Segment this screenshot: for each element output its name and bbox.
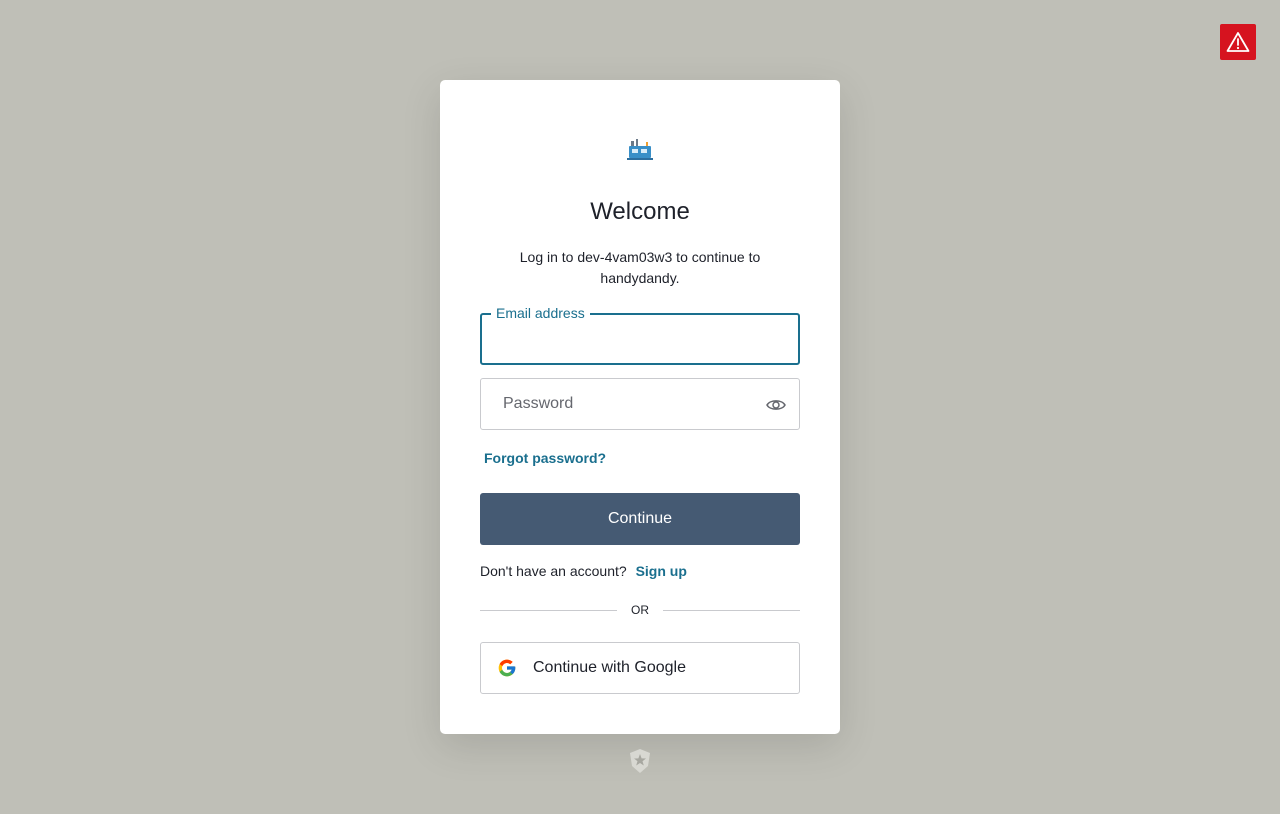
continue-button[interactable]: Continue [480, 493, 800, 545]
password-input[interactable] [481, 379, 799, 429]
forgot-password-link[interactable]: Forgot password? [484, 450, 606, 466]
or-divider: OR [480, 602, 800, 618]
google-login-button[interactable]: Continue with Google [480, 642, 800, 694]
app-logo-icon [627, 139, 653, 160]
eye-icon[interactable] [765, 395, 787, 415]
signup-prompt: Don't have an account? [480, 563, 627, 579]
email-label: Email address [491, 305, 590, 321]
signup-link[interactable]: Sign up [636, 563, 687, 579]
warning-triangle-icon[interactable] [1220, 24, 1256, 60]
password-field [480, 378, 800, 430]
divider-label: OR [631, 603, 649, 617]
google-button-label: Continue with Google [533, 659, 686, 676]
auth0-shield-icon [630, 749, 650, 773]
login-page: Welcome Log in to dev-4vam03w3 to contin… [0, 0, 1280, 814]
email-input[interactable] [482, 315, 798, 363]
email-field: Email address [480, 305, 800, 365]
page-title: Welcome [590, 198, 690, 225]
divider-line-left [480, 609, 617, 611]
login-card: Welcome Log in to dev-4vam03w3 to contin… [440, 80, 840, 734]
signup-row: Don't have an account? Sign up [480, 563, 687, 579]
divider-line-right [663, 609, 800, 611]
login-subtitle: Log in to dev-4vam03w3 to continue to ha… [519, 249, 761, 286]
google-icon [498, 659, 516, 677]
